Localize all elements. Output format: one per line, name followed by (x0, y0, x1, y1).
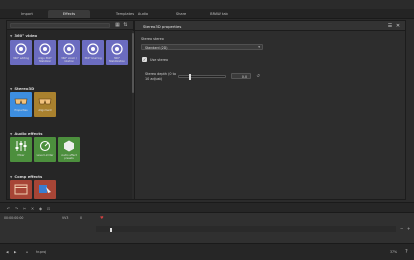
camera-360-icon (61, 42, 77, 56)
effect-tile-360-editing[interactable]: 360° editing (10, 40, 32, 65)
redo-icon[interactable]: ↷ (14, 206, 19, 211)
timeline-scrubber[interactable] (96, 226, 396, 232)
effect-tile-360-zoom[interactable]: 360° zoom / rotation (58, 40, 80, 65)
timeline-tracks: 00:00:00:00 VV3 0 ♥ − + (0, 213, 414, 243)
collapse-arrow-icon: ▼ (10, 34, 13, 38)
zoom-in-icon[interactable]: + (407, 226, 410, 231)
effect-tile-audio-mixer[interactable]: Mixer (10, 137, 32, 162)
chevron-down-icon: ▾ (258, 45, 260, 49)
grid-view-icon[interactable]: ▦ (115, 23, 120, 28)
menu-icon[interactable]: ☰ (387, 23, 393, 29)
track-label: VV3 (62, 216, 69, 220)
camera-360-icon (109, 42, 125, 56)
effect-tile-audio-limiter[interactable]: Level Limiter (34, 137, 56, 162)
properties-header: Stereo3D properties ☰ ✕ (135, 21, 405, 31)
tile-label: Mixer (17, 154, 25, 157)
stereo-depth-value: 0.0 (241, 74, 247, 79)
category-label: Stereo3D (14, 86, 35, 91)
tile-label: Level Limiter (36, 154, 54, 157)
effects-filter-input[interactable] (10, 23, 110, 28)
collapse-arrow-icon: ▼ (10, 175, 13, 179)
snap-icon[interactable]: ⊡ (46, 206, 51, 211)
stereo-glasses-icon (13, 94, 29, 108)
effects-panel: ▦ ⇅ ▼ 360° video 360° editing Align 360° … (6, 20, 134, 200)
close-icon[interactable]: ✕ (395, 23, 401, 29)
camera-360-icon (37, 42, 53, 56)
tab-effects[interactable]: Effects (48, 10, 90, 18)
effect-tile-stereo-alignment[interactable]: Alignment (34, 92, 56, 117)
effect-tile-composite[interactable] (10, 180, 32, 199)
tile-label: Alignment (38, 109, 52, 112)
effect-tile-stereo-properties[interactable]: Properties (10, 92, 32, 117)
folder-icon[interactable]: ⌂ (26, 250, 28, 254)
playhead-icon[interactable]: ♥ (100, 215, 104, 220)
zoom-out-icon[interactable]: − (400, 226, 403, 231)
status-bar: ◀ ▶ ⌂ hr.proj 37% ? (0, 243, 414, 260)
tile-label: 360° Stabilization (109, 57, 125, 63)
sort-icon[interactable]: ⇅ (123, 23, 128, 28)
collapse-arrow-icon: ▼ (10, 87, 13, 91)
tile-label: Audio effect presets (61, 154, 77, 160)
collapse-arrow-icon: ▼ (10, 132, 13, 136)
properties-panel: Stereo3D properties ☰ ✕ Stereo stereo St… (134, 20, 406, 200)
use-stereo-checkbox[interactable]: ✓ (142, 57, 147, 62)
properties-title: Stereo3D properties (143, 24, 182, 29)
stereo-mode-select[interactable]: Standard (2D) ▾ (141, 44, 263, 50)
tile-label: Properties (14, 109, 28, 112)
effect-tile-chroma-key[interactable] (34, 180, 56, 199)
timecode: 00:00:00:00 (4, 216, 24, 220)
zoom-level: 37% (390, 250, 398, 254)
window-frame-icon (13, 182, 29, 196)
stereo-depth-label: Stereo depth (0 to (145, 72, 177, 76)
top-tab-bar: Import Effects Templates Audio Share BRA… (0, 9, 414, 19)
effect-tile-360-blurring[interactable]: 360° blurring (82, 40, 104, 65)
undo-icon[interactable]: ↶ (6, 206, 11, 211)
effects-toolbar: ▦ ⇅ (7, 21, 133, 30)
delete-icon[interactable]: ✕ (30, 206, 35, 211)
split-icon[interactable]: ✂ (22, 206, 27, 211)
chroma-key-icon (37, 182, 53, 196)
stereo-mode-value: Standard (2D) (145, 45, 168, 50)
slider-thumb[interactable] (189, 74, 192, 80)
category-label: Audio effects (14, 131, 43, 136)
tab-audio[interactable]: Audio (122, 10, 164, 18)
stereo-glasses-icon (37, 94, 53, 108)
stereo-depth-sublabel: 10 adjust) (145, 77, 163, 81)
stereo-mode-label: Stereo stereo (141, 37, 164, 41)
tile-label: 360° editing (12, 57, 30, 60)
effect-tile-audio-presets[interactable]: Audio effect presets (58, 137, 80, 162)
stereo-depth-slider[interactable] (178, 74, 226, 80)
tile-label: Align 360° Stabilizer (38, 57, 52, 63)
forward-icon[interactable]: ▶ (14, 250, 16, 254)
back-icon[interactable]: ◀ (6, 250, 8, 254)
effect-tile-360-align[interactable]: Align 360° Stabilizer (34, 40, 56, 65)
marker-icon[interactable]: ◆ (38, 206, 43, 211)
category-360-video[interactable]: ▼ 360° video (10, 33, 37, 38)
use-stereo-label: Use stereo (150, 58, 169, 62)
reset-icon[interactable]: ↺ (255, 73, 261, 79)
category-label: 360° video (14, 33, 38, 38)
track-value: 0 (80, 216, 83, 220)
scrubber-thumb[interactable] (109, 228, 112, 232)
mixer-sliders-icon (13, 139, 29, 153)
audio-level-icon (37, 139, 53, 153)
camera-360-icon (13, 42, 29, 56)
category-comp-effects[interactable]: ▼ Comp effects (10, 174, 42, 179)
tab-braw[interactable]: BRAW tab (198, 10, 240, 18)
timeline-toolbar: ↶ ↷ ✂ ✕ ◆ ⊡ (0, 202, 414, 213)
stereo-depth-spinbox[interactable]: 0.0 (231, 73, 251, 79)
tab-share[interactable]: Share (160, 10, 202, 18)
category-audio-effects[interactable]: ▼ Audio effects (10, 131, 42, 136)
category-label: Comp effects (14, 174, 43, 179)
effect-tile-360-stabilization[interactable]: 360° Stabilization (106, 40, 128, 65)
hexagon-preset-icon (61, 139, 77, 153)
camera-360-icon (85, 42, 101, 56)
tile-label: 360° zoom / rotation (61, 57, 77, 63)
category-stereo3d[interactable]: ▼ Stereo3D (10, 86, 34, 91)
help-icon[interactable]: ? (405, 249, 408, 255)
project-filename: hr.proj (36, 250, 47, 254)
tile-label: 360° blurring (84, 57, 102, 60)
tab-import[interactable]: Import (6, 10, 48, 18)
